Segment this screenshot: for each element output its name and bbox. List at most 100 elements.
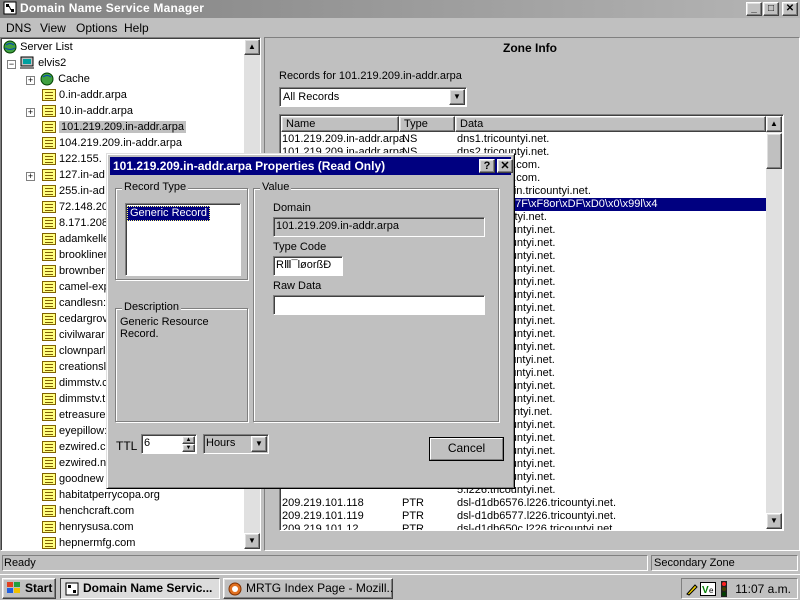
records-scrollbar[interactable]: ▲ ▼ <box>766 116 782 529</box>
tree-zone-item[interactable]: 101.219.209.in-addr.arpa <box>42 119 186 135</box>
tree-zone-item[interactable]: ezwired.n <box>42 455 106 471</box>
record-row[interactable]: 209.219.101.118 PTR dsl-d1db6576.l226.tric… <box>282 497 766 510</box>
start-button[interactable]: Start <box>2 578 56 599</box>
tree-zone-item[interactable]: etreasure <box>42 407 105 423</box>
tree-zone-item[interactable]: 8.171.208 <box>42 215 108 231</box>
zone-icon <box>42 201 56 214</box>
tree-zone-item[interactable]: 10.in-addr.arpa <box>42 103 133 119</box>
task-mozilla[interactable]: MRTG Index Page - Mozill... <box>223 578 393 599</box>
dialog-title: 101.219.209.in-addr.arpa Properties (Rea… <box>113 159 386 173</box>
tree-cache[interactable]: Cache <box>39 71 90 87</box>
records-for-label: Records for 101.219.209.in-addr.arpa <box>279 70 462 82</box>
close-button[interactable]: ✕ <box>782 2 798 16</box>
record-row[interactable]: 209.219.101.12 PTR dsl-d1db650c.l226.trico… <box>282 523 766 530</box>
record-type-item[interactable]: Generic Record <box>127 206 211 221</box>
tree-zone-item[interactable]: eyepillow: <box>42 423 107 439</box>
records-scroll-up-icon[interactable]: ▲ <box>766 116 782 132</box>
properties-dialog: 101.219.209.in-addr.arpa Properties (Rea… <box>106 153 515 489</box>
tree-zone-item[interactable]: brookliner <box>42 247 107 263</box>
tree-zone-item[interactable]: 104.219.209.in-addr.arpa <box>42 135 182 151</box>
record-type-list[interactable]: Generic Record <box>125 203 241 276</box>
type-code-field[interactable]: RⅢ¯løorßÐ <box>273 256 343 276</box>
dialog-title-bar[interactable]: 101.219.209.in-addr.arpa Properties (Rea… <box>110 157 513 175</box>
dialog-close-button[interactable]: ✕ <box>497 159 513 173</box>
raw-data-field[interactable] <box>273 295 485 315</box>
clock[interactable]: 11:07 a.m. <box>735 582 791 596</box>
tree-zone-item[interactable]: creationsl <box>42 359 106 375</box>
tree-zone-item[interactable]: henchcraft.com <box>42 503 134 519</box>
window-title-bar[interactable]: Domain Name Service Manager _ □ ✕ <box>0 0 800 18</box>
tree-server[interactable]: elvis2 <box>19 55 66 71</box>
tree-zone-item[interactable]: dimmstv.t <box>42 391 105 407</box>
tree-zone-item[interactable]: habitatperrycopa.org <box>42 487 160 503</box>
zone-icon <box>42 377 56 390</box>
maximize-button[interactable]: □ <box>763 2 779 16</box>
zone-icon <box>42 105 56 118</box>
tree-zone-label: 122.155. <box>59 153 102 165</box>
menu-dns[interactable]: DNS <box>6 21 31 35</box>
system-tray: V e 11:07 a.m. <box>681 578 798 599</box>
record-filter-dropdown[interactable]: All Records ▼ <box>279 87 467 107</box>
tray-ve-icon[interactable]: V e <box>700 582 716 596</box>
scroll-up-icon[interactable]: ▲ <box>244 39 260 55</box>
tree-zone-item[interactable]: cedargrov <box>42 311 108 327</box>
column-header-type[interactable]: Type <box>399 116 455 132</box>
tree-zone-item[interactable]: dimmstv.c <box>42 375 108 391</box>
dialog-close-icon: ✕ <box>500 160 510 172</box>
tree-zone-item[interactable]: civilwarar <box>42 327 105 343</box>
menu-view[interactable]: View <box>40 21 66 35</box>
task-dns-manager[interactable]: Domain Name Servic... <box>60 578 220 599</box>
ttl-spinner[interactable]: 6 ▲ ▼ <box>141 434 197 454</box>
tree-zone-item[interactable]: 72.148.20 <box>42 199 108 215</box>
tree-zone-item[interactable]: 0.in-addr.arpa <box>42 87 127 103</box>
mozilla-icon <box>228 582 242 596</box>
chevron-down-icon[interactable]: ▼ <box>449 89 465 105</box>
spin-up-icon[interactable]: ▲ <box>182 436 195 444</box>
tree-zone-item[interactable]: camel-exp <box>42 279 110 295</box>
records-scroll-thumb[interactable] <box>766 133 782 169</box>
column-header-name[interactable]: Name <box>281 116 399 132</box>
spin-down-icon[interactable]: ▼ <box>182 444 195 452</box>
zone-icon <box>42 265 56 278</box>
tree-root[interactable]: Server List <box>3 39 73 55</box>
record-row[interactable]: 101.219.209.in-addr.arpa NS dns1.tricounty… <box>282 133 766 146</box>
menu-options[interactable]: Options <box>76 21 117 35</box>
tree-zone-item[interactable]: 255.in-ad <box>42 183 105 199</box>
tree-zone-item[interactable]: adamkelle <box>42 231 109 247</box>
tree-zone-label: henchcraft.com <box>59 505 135 517</box>
minimize-button[interactable]: _ <box>746 2 762 16</box>
ttl-unit-dropdown[interactable]: Hours ▼ <box>203 434 269 454</box>
tray-traffic-light-icon[interactable] <box>720 581 728 597</box>
record-type: NS <box>402 133 418 145</box>
tree-zone-item[interactable]: ezwired.c <box>42 439 105 455</box>
type-code-label: Type Code <box>273 241 327 253</box>
ttl-unit-chevron-icon[interactable]: ▼ <box>251 436 267 452</box>
tree-zone-item[interactable]: candlesn: <box>42 295 106 311</box>
tree-zone-item[interactable]: henrysusa.com <box>42 519 134 535</box>
tree-zone-item[interactable]: brownber <box>42 263 105 279</box>
column-header-data[interactable]: Data <box>455 116 766 132</box>
record-row[interactable]: 209.219.101.119 PTR dsl-d1db6577.l226.tric… <box>282 510 766 523</box>
cancel-button[interactable]: Cancel <box>429 437 504 461</box>
scroll-down-icon[interactable]: ▼ <box>244 533 260 549</box>
collapse-server-icon[interactable]: − <box>7 60 16 69</box>
zone-icon <box>42 409 56 422</box>
tree-zone-item[interactable]: hepnermfg.com <box>42 535 135 550</box>
tree-zone-item[interactable]: 122.155. <box>42 151 102 167</box>
help-button[interactable]: ? <box>479 159 495 173</box>
expand-cache-icon[interactable]: + <box>26 76 35 85</box>
zone-icon <box>42 153 56 166</box>
menu-help[interactable]: Help <box>124 21 149 35</box>
expand-zone-icon[interactable]: + <box>26 172 35 181</box>
tree-cache-label: Cache <box>58 73 90 85</box>
zone-icon <box>42 441 56 454</box>
tray-pencil-icon[interactable] <box>685 582 699 596</box>
tree-zone-item[interactable]: goodnew <box>42 471 104 487</box>
tree-zone-item[interactable]: 127.in-ad <box>42 167 105 183</box>
records-scroll-down-icon[interactable]: ▼ <box>766 513 782 529</box>
expand-zone-icon[interactable]: + <box>26 108 35 117</box>
tree-server-label: elvis2 <box>38 57 67 69</box>
tree-zone-item[interactable]: clownparl <box>42 343 105 359</box>
zone-icon <box>42 185 56 198</box>
raw-data-label: Raw Data <box>273 280 322 292</box>
